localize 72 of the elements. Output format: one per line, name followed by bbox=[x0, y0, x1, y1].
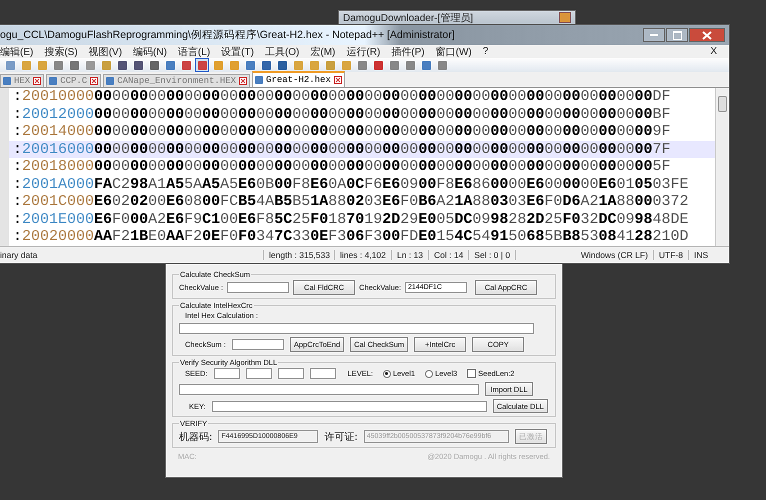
close-icon[interactable] bbox=[33, 77, 42, 85]
code-line: :20018000000000000000000000000000000000000000000000000000000000000000005F bbox=[12, 158, 672, 176]
menu-item[interactable]: 运行(R) bbox=[346, 44, 380, 58]
close-icon[interactable] bbox=[239, 77, 248, 85]
menu-item[interactable]: 搜索(S) bbox=[44, 44, 78, 58]
code-line: :2001A000FAC298A1A55AA5A5E60B00F8E60A0CF6E60900F8E6860000E6000000E6010503FE bbox=[12, 176, 690, 193]
toolbar-icon[interactable] bbox=[132, 59, 144, 71]
status-text: Col : 14 bbox=[429, 250, 470, 260]
scrollbar[interactable] bbox=[715, 88, 729, 246]
status-text: inary data bbox=[0, 250, 264, 260]
close-document-button[interactable]: X bbox=[710, 46, 717, 57]
menu-item[interactable]: 宏(M) bbox=[310, 44, 336, 58]
toolbar-icon[interactable] bbox=[388, 59, 400, 71]
toolbar-icon[interactable] bbox=[196, 59, 208, 71]
close-icon[interactable] bbox=[689, 28, 725, 42]
code-line: :2001C000E6020200E60800FCB54AB5B51A880203E6F0B6A21A880303E6F0D6A21A88000372 bbox=[12, 193, 690, 210]
checkbox-icon[interactable] bbox=[467, 369, 476, 378]
toolbar-icon[interactable] bbox=[356, 59, 368, 71]
toolbar-icon[interactable] bbox=[148, 59, 160, 71]
close-icon[interactable] bbox=[334, 76, 342, 84]
field-label: 许可证: bbox=[324, 430, 358, 444]
status-text: lines : 4,102 bbox=[335, 250, 392, 260]
toolbar-icon[interactable] bbox=[68, 59, 80, 71]
toolbar-icon[interactable] bbox=[420, 59, 432, 71]
toolbar-icon[interactable] bbox=[372, 59, 384, 71]
field-label: 机器码: bbox=[179, 430, 212, 444]
toolbar-icon[interactable] bbox=[404, 59, 416, 71]
menu-item[interactable]: 编码(N) bbox=[133, 44, 167, 58]
input-field[interactable] bbox=[179, 384, 479, 394]
seed-field[interactable] bbox=[214, 368, 240, 379]
menu-item[interactable]: ? bbox=[482, 46, 488, 57]
toolbar-icon[interactable] bbox=[260, 59, 272, 71]
toolbar-icon[interactable] bbox=[52, 59, 64, 71]
status-text: INS bbox=[693, 250, 710, 260]
window-title: ogu_CCL\DamoguFlashReprogramming\例程源码程序\Great-H2.hex - Notepad++ [Administrator] bbox=[0, 28, 456, 42]
code-line: :2001E000E6F000A2E6F9C100E6F85C25F01870192D29E005DC0998282D25F032DC099848DE bbox=[12, 210, 690, 228]
maximize-icon[interactable] bbox=[666, 28, 688, 42]
code-line: :2001200000000000000000000000000000000000000000000000000000000000000000BF bbox=[12, 106, 672, 123]
code-line: :20020000AAF21BE0AAF20EF0F0347C330EF306F300FDE0154C549150685BB853084128210D bbox=[12, 228, 690, 246]
status-text: Ln : 13 bbox=[392, 250, 429, 260]
menu-item[interactable]: 插件(P) bbox=[391, 44, 425, 58]
code-line: :20014000000000000000000000000000000000000000000000000000000000000000009F bbox=[12, 123, 672, 140]
toolbar-icon[interactable] bbox=[116, 59, 128, 71]
status-text: Sel : 0 | 0 bbox=[469, 250, 516, 260]
toolbar-icon[interactable] bbox=[244, 59, 256, 71]
menu-item[interactable]: 视图(V) bbox=[88, 44, 122, 58]
menu-item[interactable]: 设置(T) bbox=[221, 44, 254, 58]
status-text: UTF-8 bbox=[654, 250, 689, 260]
status-text: length : 315,533 bbox=[264, 250, 335, 260]
seed-field[interactable] bbox=[310, 368, 336, 379]
menu-item[interactable]: 编辑(E) bbox=[0, 44, 34, 58]
radio-icon[interactable] bbox=[382, 370, 391, 378]
radio-icon[interactable] bbox=[425, 370, 434, 378]
toolbar-icon[interactable] bbox=[180, 59, 192, 71]
close-icon[interactable] bbox=[90, 77, 98, 85]
input-field[interactable] bbox=[179, 323, 534, 334]
menu-item[interactable]: 工具(O) bbox=[264, 44, 300, 58]
code-line: :2001000000000000000000000000000000000000000000000000000000000000000000DF bbox=[12, 88, 672, 106]
input-field[interactable] bbox=[227, 282, 290, 293]
toolbar-icon[interactable] bbox=[164, 59, 176, 71]
window-title: DamoguDownloader-[管理员] bbox=[343, 12, 474, 24]
input-field[interactable] bbox=[232, 339, 284, 350]
input-field[interactable] bbox=[212, 400, 487, 412]
status-text: Windows (CR LF) bbox=[576, 250, 654, 260]
seed-field[interactable] bbox=[246, 368, 272, 379]
toolbar-icon[interactable] bbox=[436, 59, 448, 71]
menu-item[interactable]: 语言(L) bbox=[178, 44, 210, 58]
menu-item[interactable]: 窗口(W) bbox=[436, 44, 472, 58]
minimize-icon[interactable] bbox=[643, 28, 665, 42]
toolbar-icon[interactable] bbox=[276, 59, 288, 71]
seed-field[interactable] bbox=[278, 368, 304, 379]
file-tab[interactable]: Great-H2.hex bbox=[252, 71, 345, 87]
